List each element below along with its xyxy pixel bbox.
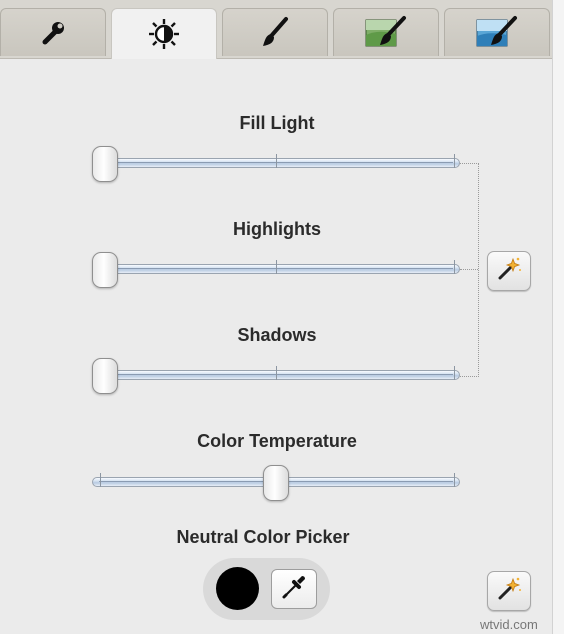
color-temperature-end-tick — [454, 473, 455, 487]
fill-light-slider[interactable] — [92, 146, 460, 182]
neutral-color-picker-label: Neutral Color Picker — [176, 527, 350, 547]
watermark: wtvid.com — [480, 617, 538, 632]
fill-light-end-tick — [454, 154, 455, 168]
fill-light-label: Fill Light — [239, 113, 315, 133]
shadows-label: Shadows — [237, 325, 317, 345]
link-bracket — [460, 163, 479, 377]
brightness-icon — [147, 17, 181, 51]
fill-light-knob[interactable] — [92, 146, 118, 182]
eyedropper-icon — [280, 573, 308, 606]
highlights-knob[interactable] — [92, 252, 118, 288]
tab-bar — [0, 0, 556, 59]
blue-landscape-brush-icon — [475, 15, 519, 51]
color-temperature-slider[interactable] — [92, 465, 460, 501]
shadows-knob[interactable] — [92, 358, 118, 394]
fill-light-center-tick — [276, 154, 277, 168]
highlights-label: Highlights — [233, 219, 321, 239]
color-temperature-knob[interactable] — [263, 465, 289, 501]
tab-brush[interactable] — [222, 8, 328, 56]
wrench-icon — [36, 18, 70, 48]
highlights-end-tick — [454, 260, 455, 274]
color-temperature-start-tick — [100, 473, 101, 487]
window-edge — [552, 0, 564, 634]
magic-wand-icon — [496, 576, 522, 607]
tab-exposure[interactable] — [111, 8, 217, 59]
brush-icon — [258, 16, 292, 50]
neutral-color-picker — [203, 558, 330, 620]
tab-green-brush[interactable] — [333, 8, 439, 56]
link-dotted-line — [460, 269, 478, 270]
eyedropper-button[interactable] — [271, 569, 317, 609]
highlights-slider[interactable] — [92, 252, 460, 288]
auto-white-balance-button[interactable] — [487, 571, 531, 611]
tab-blue-brush[interactable] — [444, 8, 550, 56]
auto-enhance-button[interactable] — [487, 251, 531, 291]
highlights-center-tick — [276, 260, 277, 274]
shadows-center-tick — [276, 366, 277, 380]
green-landscape-brush-icon — [364, 15, 408, 51]
magic-wand-icon — [496, 256, 522, 287]
adjustments-panel: Fill Light Highlights Shadows Color Temp… — [0, 59, 552, 634]
neutral-color-swatch[interactable] — [216, 567, 259, 610]
tab-adjust[interactable] — [0, 8, 106, 56]
color-temperature-label: Color Temperature — [197, 431, 357, 451]
shadows-end-tick — [454, 366, 455, 380]
shadows-slider[interactable] — [92, 358, 460, 394]
